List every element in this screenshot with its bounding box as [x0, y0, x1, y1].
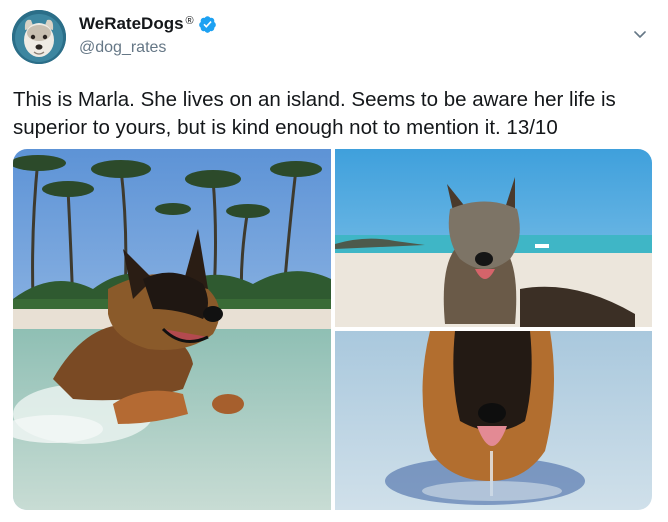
author-handle[interactable]: @dog_rates — [79, 39, 166, 57]
verified-badge-icon — [198, 15, 216, 33]
photo-dog-on-beach[interactable] — [335, 149, 652, 327]
media-grid — [13, 149, 652, 510]
author-name-row[interactable]: WeRateDogs ® — [79, 14, 217, 34]
registered-mark: ® — [185, 15, 194, 27]
avatar[interactable] — [12, 10, 66, 64]
photo-dog-splashing[interactable] — [13, 149, 331, 510]
tweet-card: WeRateDogs ® @dog_rates This is Marla. S… — [0, 0, 668, 522]
display-name[interactable]: WeRateDogs — [79, 14, 184, 34]
photo-dog-in-water[interactable] — [335, 331, 652, 510]
chevron-down-icon[interactable] — [632, 26, 648, 42]
tweet-text: This is Marla. She lives on an island. S… — [13, 88, 616, 139]
